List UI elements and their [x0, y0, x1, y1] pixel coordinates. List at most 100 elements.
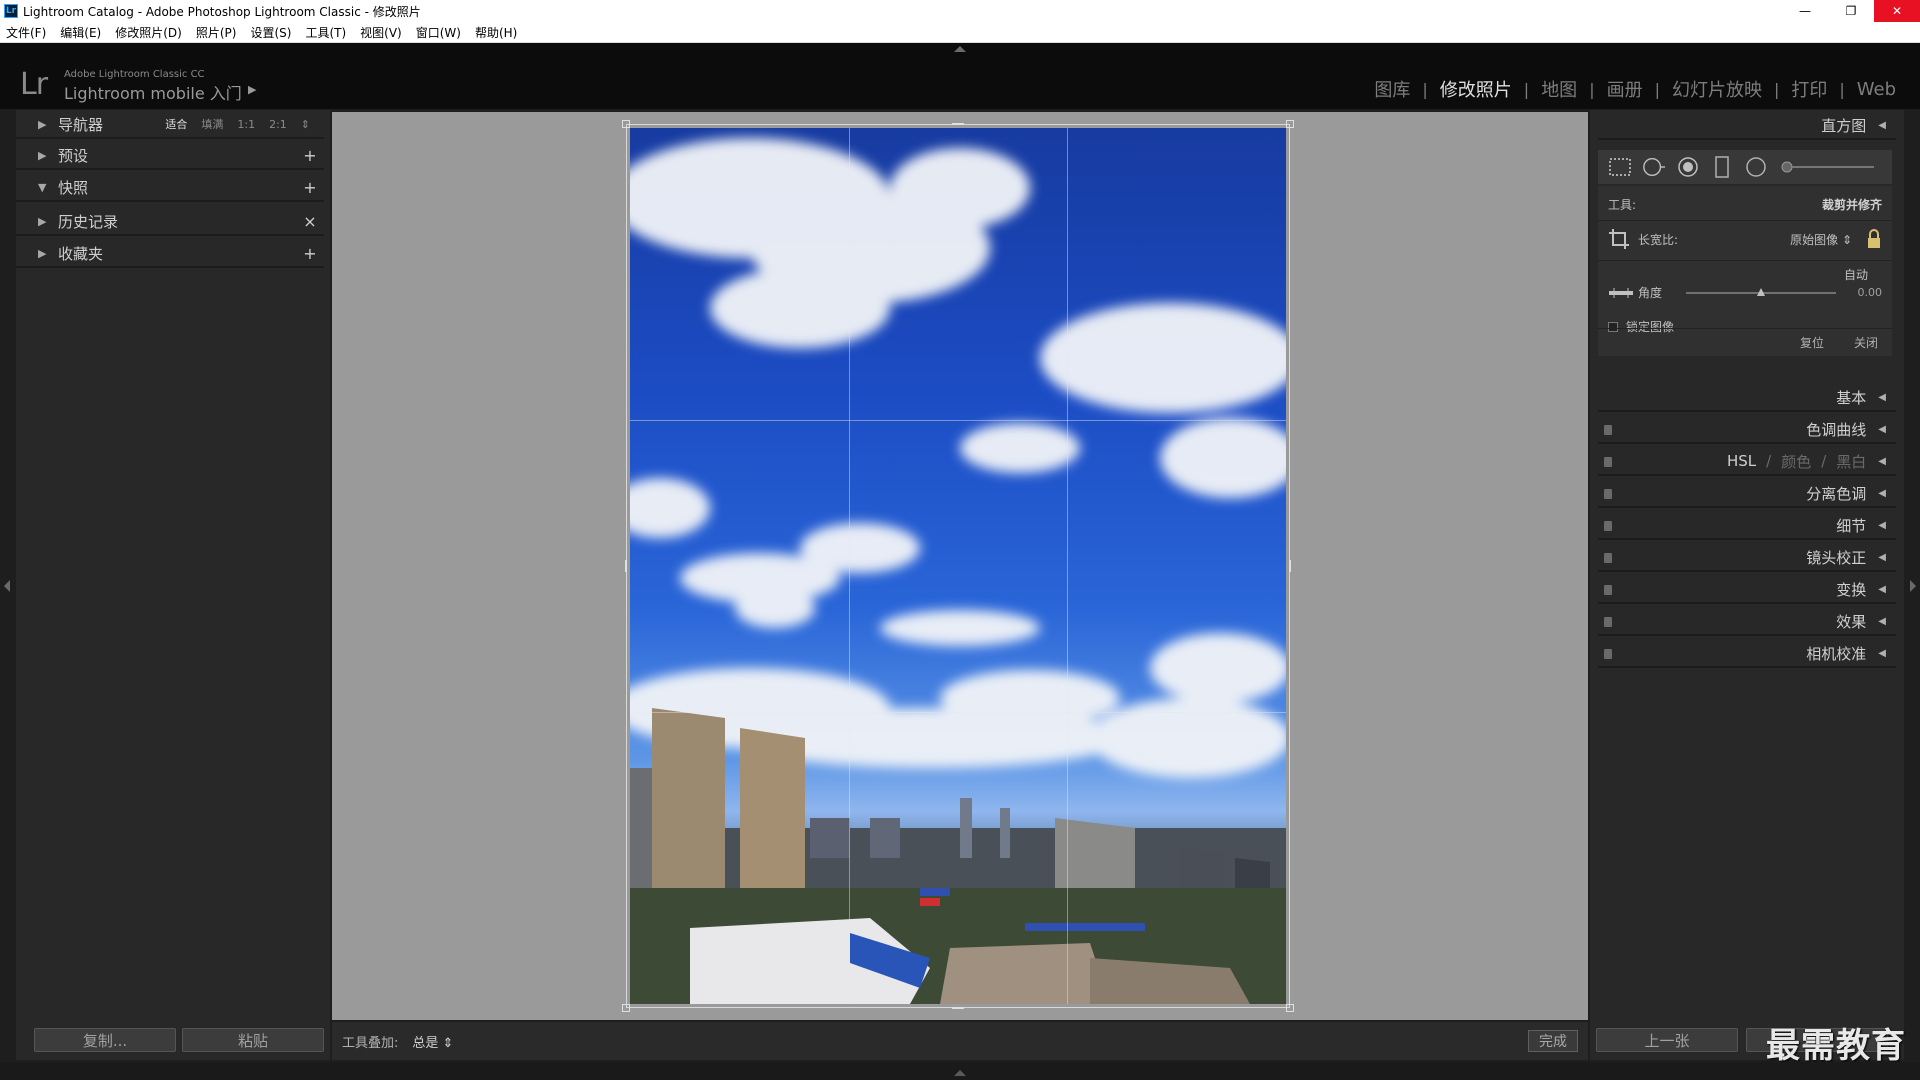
done-button[interactable]: 完成	[1528, 1030, 1578, 1052]
menu-photo[interactable]: 照片(P)	[196, 24, 237, 41]
zoom-fill[interactable]: 填满	[201, 116, 223, 132]
collapse-arrow-icon: ◀	[1878, 391, 1886, 403]
detail-header[interactable]: 细节 ◀	[1598, 512, 1896, 540]
expand-icon: ▶	[38, 214, 47, 228]
menu-settings[interactable]: 设置(S)	[250, 24, 291, 41]
crop-handle[interactable]	[622, 120, 630, 128]
close-button[interactable]: ✕	[1874, 0, 1920, 22]
radial-filter-icon[interactable]	[1744, 155, 1768, 179]
module-separator: |	[1773, 79, 1780, 99]
photo-image	[630, 138, 1286, 1004]
crop-handle[interactable]	[952, 1007, 964, 1009]
hsl-tab[interactable]: HSL	[1727, 452, 1756, 470]
crop-handle[interactable]	[952, 123, 964, 125]
add-snapshot-icon[interactable]: +	[296, 178, 324, 197]
snapshots-header[interactable]: ▼ 快照 +	[16, 174, 324, 202]
image-canvas[interactable]	[332, 112, 1588, 1020]
add-preset-icon[interactable]: +	[296, 146, 324, 165]
effects-header[interactable]: 效果 ◀	[1598, 608, 1896, 636]
zoom-stepper-icon[interactable]: ⇕	[301, 118, 310, 131]
aspect-select[interactable]: 原始图像 ⇕	[1790, 231, 1852, 248]
spot-removal-icon[interactable]	[1642, 155, 1666, 179]
tool-overlay-select[interactable]: 总是 ⇕	[412, 1032, 453, 1051]
transform-header[interactable]: 变换 ◀	[1598, 576, 1896, 604]
lock-icon[interactable]	[1866, 228, 1882, 250]
panel-switch-icon[interactable]	[1604, 649, 1612, 659]
panel-switch-icon[interactable]	[1604, 553, 1612, 563]
crop-handle[interactable]	[1289, 560, 1291, 572]
module-develop[interactable]: 修改照片	[1436, 76, 1516, 102]
module-web[interactable]: Web	[1853, 79, 1900, 100]
angle-value[interactable]: 0.00	[1858, 286, 1883, 299]
module-book[interactable]: 画册	[1603, 76, 1647, 102]
menu-help[interactable]: 帮助(H)	[475, 24, 517, 41]
module-slideshow[interactable]: 幻灯片放映	[1668, 76, 1766, 102]
graduated-filter-icon[interactable]	[1710, 155, 1734, 179]
crop-handle[interactable]	[1286, 1004, 1294, 1012]
panel-switch-icon[interactable]	[1604, 585, 1612, 595]
crop-reset-button[interactable]: 复位	[1800, 334, 1824, 351]
zoom-2-1[interactable]: 2:1	[269, 118, 287, 131]
presets-header[interactable]: ▶ 预设 +	[16, 142, 324, 170]
clear-history-icon[interactable]: ×	[296, 212, 324, 231]
menu-tools[interactable]: 工具(T)	[305, 24, 346, 41]
menu-develop[interactable]: 修改照片(D)	[115, 24, 182, 41]
zoom-1-1[interactable]: 1:1	[237, 118, 255, 131]
panel-switch-icon[interactable]	[1604, 457, 1612, 467]
straighten-tool-icon[interactable]	[1608, 286, 1634, 300]
camera-calibration-header[interactable]: 相机校准 ◀	[1598, 640, 1896, 668]
hsl-header[interactable]: HSL / 颜色 / 黑白 ◀	[1598, 448, 1896, 476]
module-library[interactable]: 图库	[1370, 76, 1414, 102]
mobile-getting-started[interactable]: Lightroom mobile 入门	[64, 80, 242, 104]
angle-slider-knob[interactable]	[1757, 287, 1766, 296]
crop-frame-icon[interactable]	[1608, 228, 1630, 250]
right-panel: 直方图 ◀ 工具: 裁剪并修齐 长宽比: 原始图像 ⇕ 自动 角度 0.00 锁…	[1590, 110, 1904, 1060]
collapse-arrow-icon: ◀	[1878, 487, 1886, 499]
paste-settings-button[interactable]: 粘贴	[182, 1028, 324, 1052]
photo-preview[interactable]	[630, 128, 1286, 1004]
panel-switch-icon[interactable]	[1604, 617, 1612, 627]
color-tab[interactable]: 颜色	[1781, 451, 1811, 472]
auto-straighten-button[interactable]: 自动	[1844, 266, 1868, 283]
navigator-header[interactable]: ▶ 导航器 适合 填满 1:1 2:1 ⇕	[16, 111, 324, 139]
collections-header[interactable]: ▶ 收藏夹 +	[16, 240, 324, 268]
module-map[interactable]: 地图	[1537, 76, 1581, 102]
crop-panel: 工具: 裁剪并修齐 长宽比: 原始图像 ⇕ 自动 角度 0.00 锁定图像 复位…	[1598, 186, 1892, 356]
menu-window[interactable]: 窗口(W)	[416, 24, 461, 41]
menu-view[interactable]: 视图(V)	[360, 24, 402, 41]
expand-filmstrip-icon[interactable]	[954, 1070, 966, 1076]
panel-switch-icon[interactable]	[1604, 489, 1612, 499]
basic-header[interactable]: 基本 ◀	[1598, 384, 1896, 412]
menu-edit[interactable]: 编辑(E)	[60, 24, 101, 41]
adjustment-brush-icon[interactable]	[1778, 155, 1878, 179]
section-label: 变换	[1836, 580, 1867, 599]
crop-close-button[interactable]: 关闭	[1854, 334, 1878, 351]
add-collection-icon[interactable]: +	[296, 244, 324, 263]
collapse-right-panel-icon[interactable]	[1910, 580, 1916, 592]
split-toning-header[interactable]: 分离色调 ◀	[1598, 480, 1896, 508]
angle-slider[interactable]	[1686, 287, 1837, 296]
copy-settings-button[interactable]: 复制...	[34, 1028, 176, 1052]
collapse-left-panel-icon[interactable]	[4, 580, 10, 592]
red-eye-icon[interactable]	[1676, 155, 1700, 179]
crop-handle[interactable]	[625, 560, 627, 572]
tone-curve-header[interactable]: 色调曲线 ◀	[1598, 416, 1896, 444]
crop-handle[interactable]	[622, 1004, 630, 1012]
collapse-top-panel-icon[interactable]	[954, 46, 966, 52]
presets-label: 预设	[58, 146, 89, 165]
lens-corrections-header[interactable]: 镜头校正 ◀	[1598, 544, 1896, 572]
crop-handle[interactable]	[1286, 120, 1294, 128]
crop-overlay-icon[interactable]	[1608, 155, 1632, 179]
panel-switch-icon[interactable]	[1604, 521, 1612, 531]
bw-tab[interactable]: 黑白	[1836, 451, 1866, 472]
menu-file[interactable]: 文件(F)	[6, 24, 46, 41]
previous-button[interactable]: 上一张	[1596, 1028, 1738, 1052]
zoom-fit[interactable]: 适合	[165, 116, 187, 132]
module-print[interactable]: 打印	[1787, 76, 1831, 102]
restore-button[interactable]: ❐	[1828, 0, 1874, 22]
panel-switch-icon[interactable]	[1604, 425, 1612, 435]
play-arrow-icon[interactable]: ▶	[248, 83, 256, 96]
histogram-header[interactable]: 直方图 ◀	[1598, 112, 1896, 140]
history-header[interactable]: ▶ 历史记录 ×	[16, 208, 324, 236]
minimize-button[interactable]: —	[1782, 0, 1828, 22]
